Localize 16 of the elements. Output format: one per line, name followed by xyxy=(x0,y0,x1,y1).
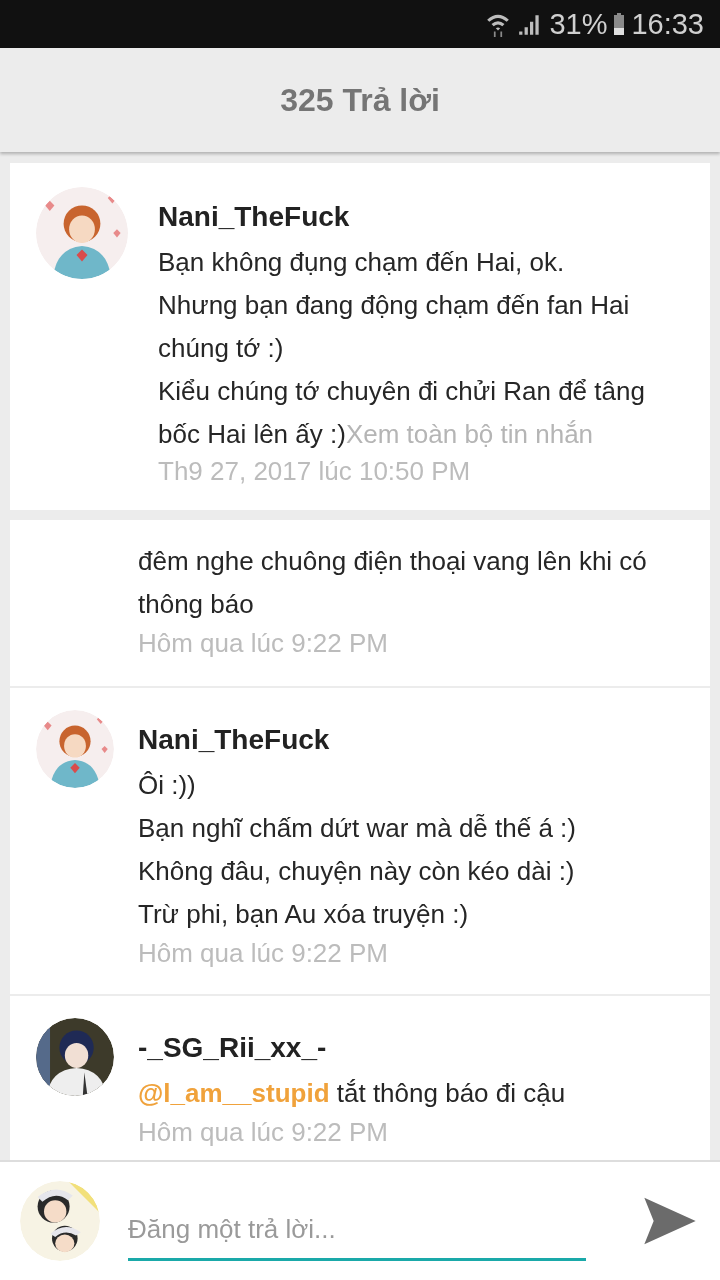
author-name[interactable]: Nani_TheFuck xyxy=(138,720,690,760)
battery-icon xyxy=(613,13,626,35)
comment-text: Ôi :)) Bạn nghĩ chấm dứt war mà dễ thế á :) Không đâu, chuyện này còn kéo dài :) Trừ phi, bạn Au xóa truyện :) xyxy=(138,769,577,931)
comment-text: @l_am__stupid tắt thông báo đi cậu xyxy=(138,1077,567,1110)
comment-text: Bạn không đụng chạm đến Hai, ok. Nhưng bạn đang động chạm đến fan Hai chúng tớ :) Kiểu chúng tớ chuyên đi chửi Ran để tâng bốc Hai lên ấy :)Xem toàn bộ tin nhắn xyxy=(158,246,646,451)
send-icon[interactable] xyxy=(642,1195,698,1247)
timestamp: Th9 27, 2017 lúc 10:50 PM xyxy=(158,456,472,486)
comment-text: đêm nghe chuông điện thoại vang lên khi có thông báo xyxy=(138,545,648,621)
timestamp: Hôm qua lúc 9:22 PM xyxy=(138,627,389,660)
timestamp: Hôm qua lúc 9:22 PM xyxy=(138,937,389,970)
header-title: 325 Trả lời xyxy=(280,81,440,119)
author-name[interactable]: -_SG_Rii_xx_- xyxy=(138,1028,690,1068)
clock: 16:33 xyxy=(631,7,704,41)
battery-percentage: 31% xyxy=(549,7,608,41)
author-name[interactable]: Nani_TheFuck xyxy=(158,197,690,237)
timestamp: Hôm qua lúc 9:22 PM xyxy=(138,1116,389,1149)
